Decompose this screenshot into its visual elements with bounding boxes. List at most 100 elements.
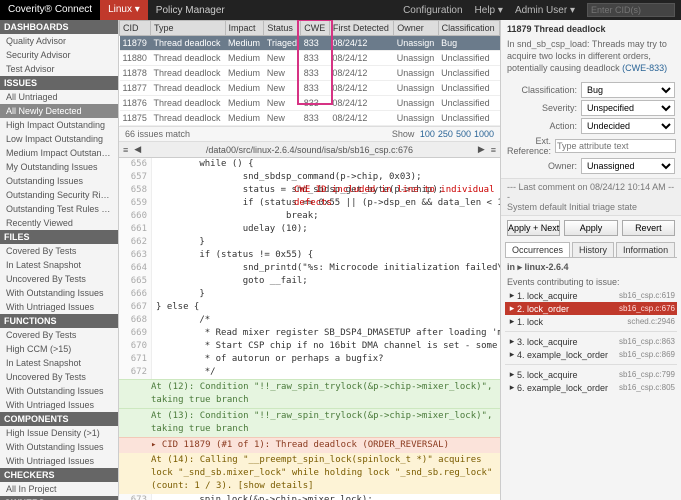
nav-item[interactable]: In Latest Snapshot: [0, 356, 118, 370]
nav-item[interactable]: Covered By Tests: [0, 328, 118, 342]
nav-item[interactable]: With Untriaged Issues: [0, 398, 118, 412]
triage-select[interactable]: Undecided: [581, 118, 675, 134]
defect-note[interactable]: ▸ CID 11879 (#1 of 1): Thread deadlock (…: [119, 437, 500, 453]
nav-item[interactable]: Low Impact Outstanding: [0, 132, 118, 146]
defect-note[interactable]: At (14): Calling "__preempt_spin_lock(sp…: [119, 453, 500, 494]
page-size-option[interactable]: 1000: [474, 129, 494, 139]
triage-button[interactable]: Revert: [622, 220, 675, 236]
nav-item[interactable]: With Outstanding Issues: [0, 384, 118, 398]
nav-item[interactable]: Uncovered By Tests: [0, 370, 118, 384]
nav-item[interactable]: Medium Impact Outstanding: [0, 146, 118, 160]
col-header[interactable]: Impact: [225, 21, 264, 36]
policy-manager-link[interactable]: Policy Manager: [148, 5, 233, 16]
user-menu[interactable]: Admin User ▾: [509, 5, 581, 16]
col-header[interactable]: Status: [264, 21, 301, 36]
menu-icon[interactable]: ≡: [123, 145, 128, 155]
occurrence-row[interactable]: ▸1. lock_acquiresb16_csp.c:619: [505, 289, 677, 302]
nav-item[interactable]: Recently Viewed: [0, 216, 118, 230]
triage-select[interactable]: Unassigned: [581, 158, 675, 174]
disclosure-icon: ▸: [507, 303, 517, 314]
code-line: 669 * Read mixer register SB_DSP4_DMASET…: [119, 327, 500, 340]
code-line: 661 udelay (10);: [119, 223, 500, 236]
nav-section-header: OWNERS: [0, 496, 118, 500]
help-link[interactable]: Help ▾: [469, 5, 509, 16]
col-header[interactable]: Classification: [438, 21, 499, 36]
nav-item[interactable]: Uncovered By Tests: [0, 272, 118, 286]
occurrence-row[interactable]: ▸1. locksched.c:2946: [505, 315, 677, 328]
nav-section-header: FILES: [0, 230, 118, 244]
nav-section-header: FUNCTIONS: [0, 314, 118, 328]
nav-section-header: COMPONENTS: [0, 412, 118, 426]
occurrence-row[interactable]: ▸6. example_lock_ordersb16_csp.c:805: [505, 381, 677, 394]
ext-ref-input[interactable]: [555, 139, 676, 153]
project-selector[interactable]: Linux ▾: [100, 0, 148, 20]
table-row[interactable]: 11878Thread deadlockMediumNew83308/24/12…: [120, 66, 500, 81]
nav-item[interactable]: All Untriaged: [0, 90, 118, 104]
code-line: 667} else {: [119, 301, 500, 314]
occ-stream[interactable]: in ▸ linux-2.6.4: [505, 260, 677, 275]
code-line: 656 while () {: [119, 158, 500, 171]
detail-tab[interactable]: Occurrences: [505, 242, 570, 257]
code-line: 668 /*: [119, 314, 500, 327]
nav-item[interactable]: High Issue Density (>1): [0, 426, 118, 440]
triage-select[interactable]: Bug: [581, 82, 675, 98]
detail-tab[interactable]: Information: [616, 242, 675, 257]
disclosure-icon: ▸: [507, 336, 517, 347]
code-viewer[interactable]: CWE ID included in line to individual de…: [119, 158, 500, 500]
occurrence-row[interactable]: ▸2. lock_ordersb16_csp.c:676: [505, 302, 677, 315]
nav-item[interactable]: Quality Advisor: [0, 34, 118, 48]
code-line: 659 if (status == 0x55 || (p->dsp_en && …: [119, 197, 500, 210]
nav-item[interactable]: Test Advisor: [0, 62, 118, 76]
occurrence-row[interactable]: ▸5. lock_acquiresb16_csp.c:799: [505, 368, 677, 381]
page-size-option[interactable]: 100: [420, 129, 435, 139]
table-row[interactable]: 11880Thread deadlockMediumNew83308/24/12…: [120, 51, 500, 66]
code-line: 662 }: [119, 236, 500, 249]
triage-button[interactable]: Apply + Next: [507, 220, 560, 236]
col-header[interactable]: CWE: [301, 21, 330, 36]
nav-item[interactable]: With Outstanding Issues: [0, 440, 118, 454]
col-header[interactable]: Owner: [394, 21, 438, 36]
col-header[interactable]: CID: [120, 21, 151, 36]
col-header[interactable]: First Detected: [329, 21, 393, 36]
cid-search-input[interactable]: [587, 3, 675, 17]
nav-item[interactable]: High Impact Outstanding: [0, 118, 118, 132]
detail-tab[interactable]: History: [572, 242, 614, 257]
nav-item[interactable]: Security Advisor: [0, 48, 118, 62]
nav-item[interactable]: In Latest Snapshot: [0, 258, 118, 272]
nav-item[interactable]: With Outstanding Issues: [0, 286, 118, 300]
nav-item[interactable]: All In Project: [0, 482, 118, 496]
nav-item[interactable]: All Newly Detected: [0, 104, 118, 118]
page-size-option[interactable]: 500: [456, 129, 471, 139]
nav-item[interactable]: Outstanding Issues: [0, 174, 118, 188]
table-row[interactable]: 11877Thread deadlockMediumNew83308/24/12…: [120, 81, 500, 96]
disclosure-icon: ▸: [507, 369, 517, 380]
triage-select[interactable]: Unspecified: [581, 100, 675, 116]
menu-icon[interactable]: ≡: [491, 145, 496, 155]
cwe-link[interactable]: (CWE-833): [622, 63, 667, 73]
left-nav: DASHBOARDSQuality AdvisorSecurity Adviso…: [0, 20, 119, 500]
defect-note[interactable]: At (13): Condition "!!_raw_spin_trylock(…: [119, 408, 500, 437]
nav-item[interactable]: Outstanding Security Risks: [0, 188, 118, 202]
col-header[interactable]: Type: [150, 21, 225, 36]
nav-item[interactable]: With Untriaged Issues: [0, 300, 118, 314]
occurrence-row[interactable]: ▸4. example_lock_ordersb16_csp.c:869: [505, 348, 677, 361]
prev-defect-button[interactable]: ◀: [134, 144, 141, 155]
table-row[interactable]: 11875Thread deadlockMediumNew83308/24/12…: [120, 111, 500, 126]
table-row[interactable]: 11879Thread deadlockMediumTriaged83308/2…: [120, 36, 500, 51]
code-line: 670 * Start CSP chip if no 16bit DMA cha…: [119, 340, 500, 353]
nav-item[interactable]: Covered By Tests: [0, 244, 118, 258]
occurrence-row[interactable]: ▸3. lock_acquiresb16_csp.c:863: [505, 335, 677, 348]
next-defect-button[interactable]: ▶: [478, 144, 485, 155]
page-size-option[interactable]: 250: [438, 129, 453, 139]
defect-note[interactable]: At (12): Condition "!!_raw_spin_trylock(…: [119, 379, 500, 408]
last-comment: --- Last comment on 08/24/12 10:14 AM --…: [501, 178, 681, 216]
triage-button[interactable]: Apply: [564, 220, 617, 236]
nav-item[interactable]: High CCM (>15): [0, 342, 118, 356]
code-line: 658 status = snd_sbdsp_get_byte(p->chip)…: [119, 184, 500, 197]
config-link[interactable]: Configuration: [397, 5, 468, 16]
code-line: 673 spin_lock(&p->chip->mixer_lock);: [119, 494, 500, 500]
nav-item[interactable]: My Outstanding Issues: [0, 160, 118, 174]
nav-item[interactable]: Outstanding Test Rules Violations: [0, 202, 118, 216]
nav-item[interactable]: With Untriaged Issues: [0, 454, 118, 468]
table-row[interactable]: 11876Thread deadlockMediumNew83308/24/12…: [120, 96, 500, 111]
